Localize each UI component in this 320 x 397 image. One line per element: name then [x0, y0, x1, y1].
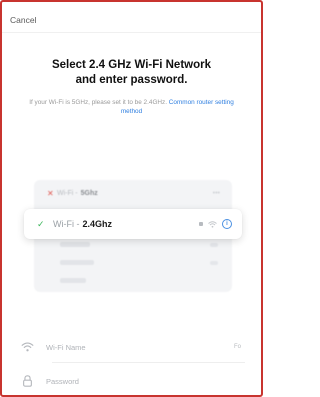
- placeholder-row: [60, 278, 86, 283]
- page-title-line-2: and enter password.: [75, 74, 188, 86]
- network-2-4ghz-band: 2.4Ghz: [82, 219, 113, 229]
- check-icon: ✓: [37, 218, 45, 229]
- wifi-name-field[interactable]: Wi-Fi Name Fo: [18, 334, 245, 360]
- network-5ghz-signal-icon: •••: [212, 189, 220, 197]
- hint-body: If your Wi-Fi is 5GHz, please set it to …: [29, 99, 168, 106]
- wifi-icon: [20, 341, 34, 353]
- page-title-line-1: Select 2.4 GHz Wi-Fi Network: [51, 59, 212, 71]
- cancel-button[interactable]: Cancel: [10, 15, 36, 25]
- header-divider: [2, 32, 261, 33]
- wifi-name-input[interactable]: Wi-Fi Name: [46, 343, 86, 352]
- network-2-4ghz-prefix: Wi-Fi -: [53, 219, 80, 229]
- wifi-name-trailing: Fo: [233, 344, 241, 350]
- network-row-5ghz[interactable]: ✕ Wi-Fi - 5Ghz •••: [34, 184, 232, 202]
- wifi-signal-icon: [208, 220, 217, 228]
- placeholder-row-right: [210, 243, 218, 247]
- placeholder-row: [60, 242, 90, 247]
- lock-field-icon: [20, 375, 34, 387]
- network-row-2-4ghz-selected[interactable]: ✓ Wi-Fi - 2.4Ghz i: [24, 209, 242, 239]
- field-divider: [52, 362, 245, 363]
- network-5ghz-band: 5Ghz: [80, 189, 98, 197]
- placeholder-row-right: [210, 261, 218, 265]
- phone-frame: Cancel Select 2.4 GHz Wi-Fi Network and …: [0, 0, 263, 397]
- hint-text: If your Wi-Fi is 5GHz, please set it to …: [22, 98, 241, 116]
- lock-icon: [199, 222, 203, 226]
- password-field[interactable]: Password: [18, 368, 245, 394]
- placeholder-row: [60, 260, 94, 265]
- password-input[interactable]: Password: [46, 377, 79, 386]
- network-5ghz-prefix: Wi-Fi -: [57, 189, 78, 197]
- page-title: Select 2.4 GHz Wi-Fi Network and enter p…: [2, 58, 261, 88]
- info-icon[interactable]: i: [222, 219, 232, 229]
- cross-icon: ✕: [47, 188, 54, 198]
